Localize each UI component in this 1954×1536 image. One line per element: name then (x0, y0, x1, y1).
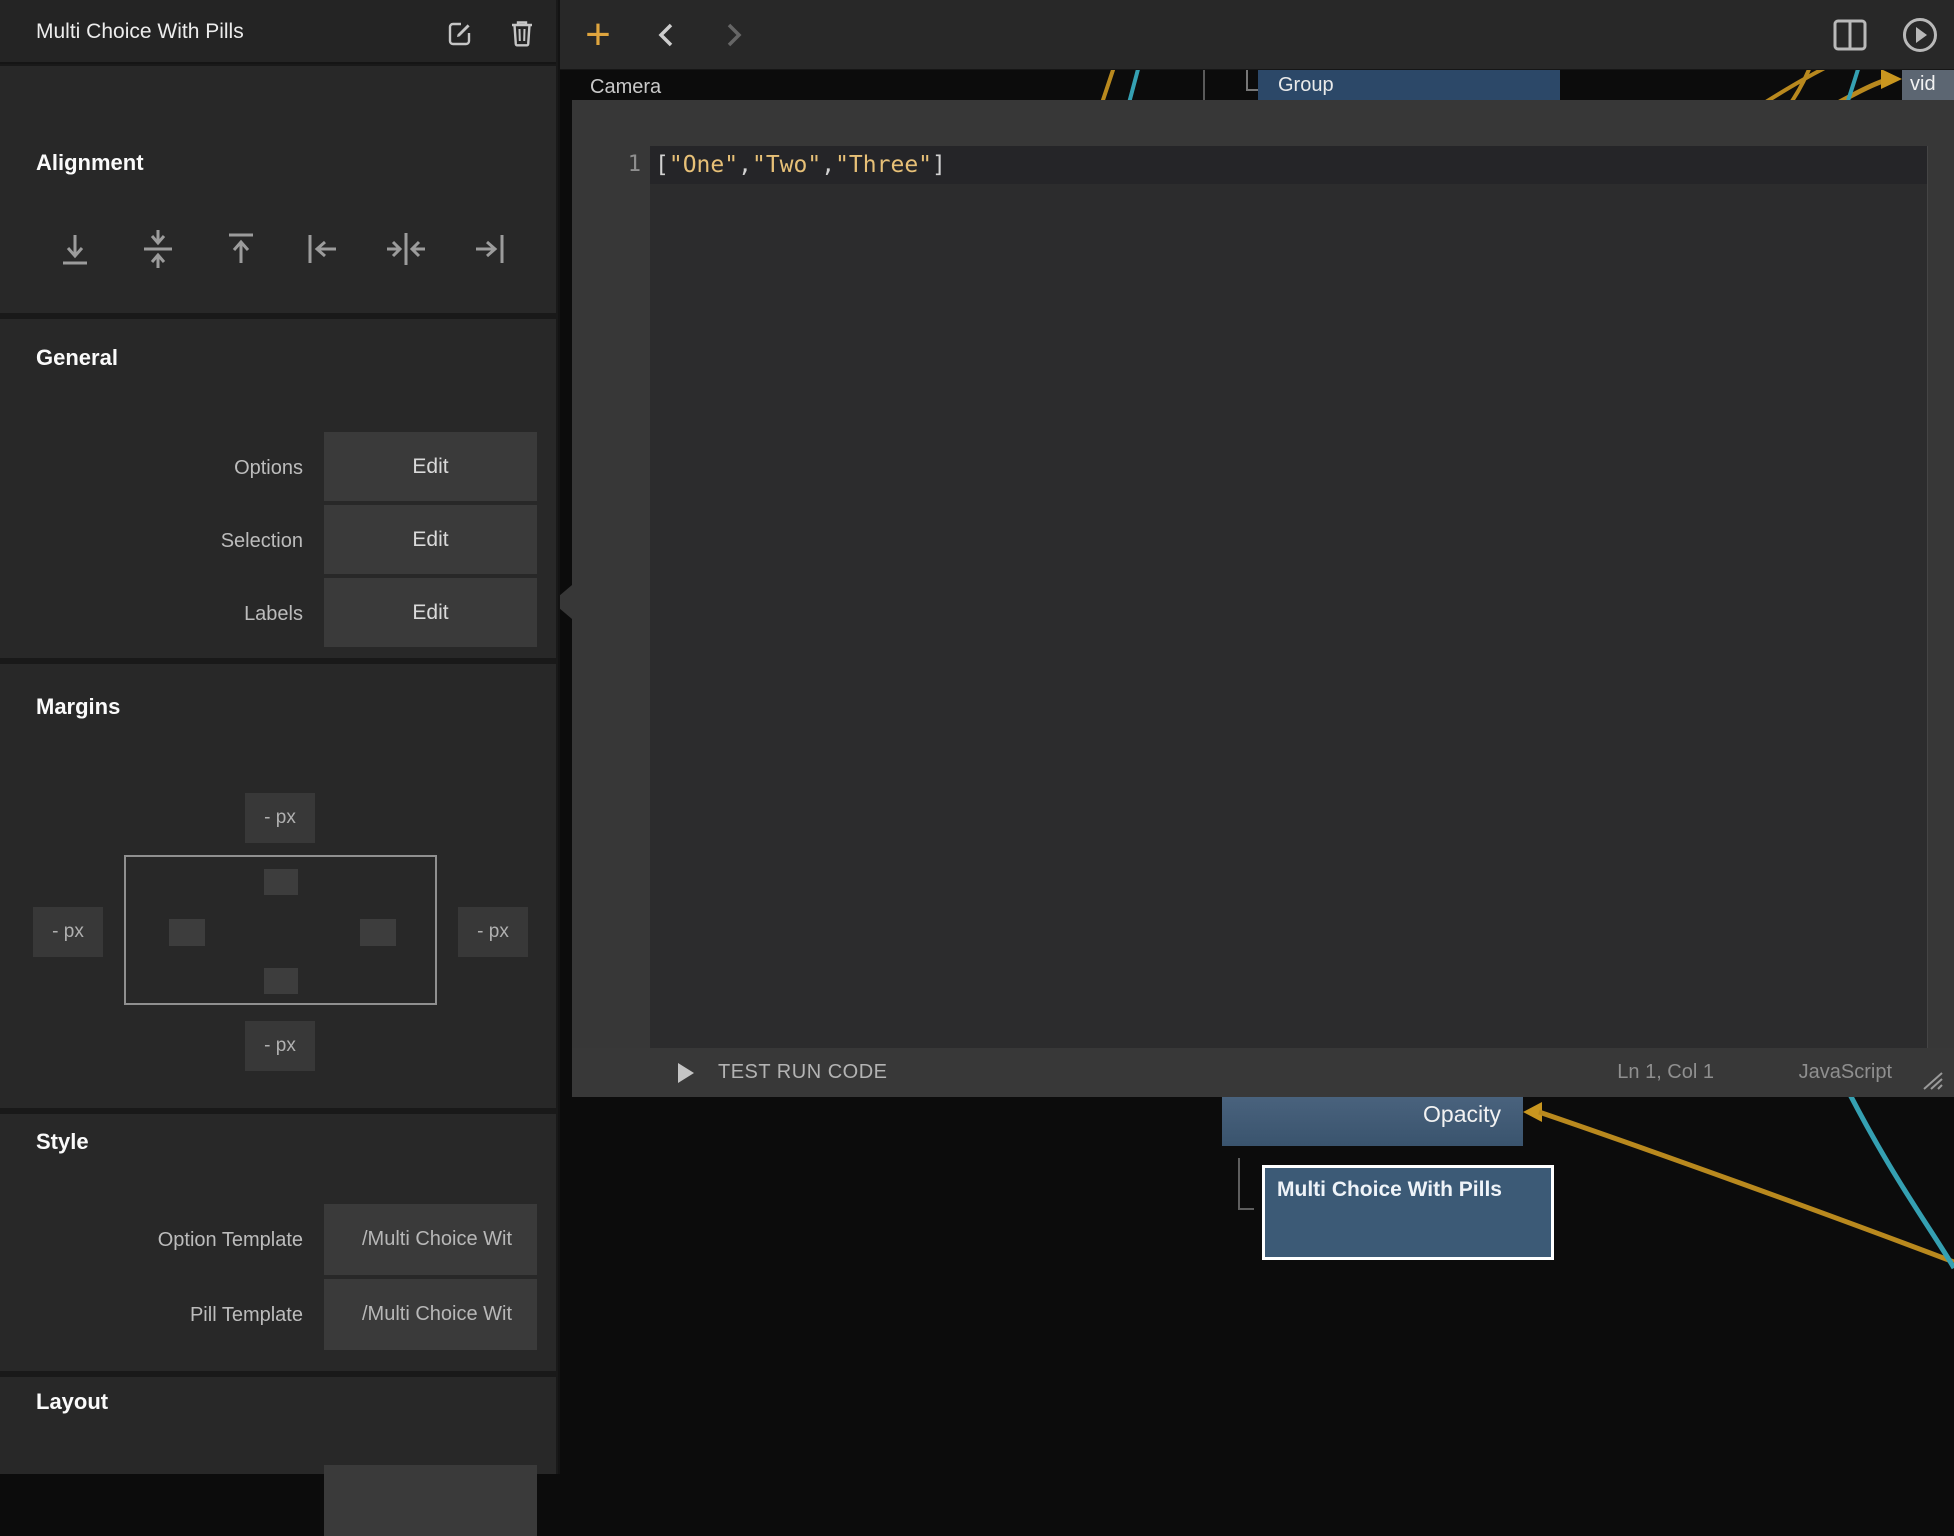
margin-top-handle[interactable] (264, 869, 298, 895)
inspector-header: Multi Choice With Pills (0, 0, 556, 64)
labels-edit-button[interactable]: Edit (324, 578, 537, 647)
line-number: 1 (615, 146, 641, 184)
pill-template-value[interactable]: /Multi Choice Wit (324, 1279, 537, 1350)
wire-orange (1539, 1112, 1954, 1262)
wire-arrowhead-left (1523, 1102, 1542, 1122)
rename-pencil-icon[interactable] (444, 17, 476, 49)
style-heading: Style (36, 1129, 89, 1155)
alignment-buttons (52, 226, 512, 272)
align-horizontal-center-icon[interactable] (383, 226, 429, 272)
test-run-code-button[interactable]: TEST RUN CODE (718, 1048, 887, 1097)
wire-teal (1840, 1075, 1954, 1268)
multi-choice-node-selected[interactable]: Multi Choice With Pills (1262, 1165, 1554, 1260)
options-edit-button[interactable]: Edit (324, 432, 537, 501)
margin-bottom-input[interactable]: - px (245, 1021, 315, 1071)
cursor-position: Ln 1, Col 1 (1617, 1048, 1714, 1097)
labels-label: Labels (33, 603, 303, 626)
code-line-1[interactable]: ["One","Two","Three"] (650, 146, 1927, 184)
margin-top-input[interactable]: - px (245, 793, 315, 843)
align-top-icon[interactable] (218, 226, 264, 272)
margin-left-handle[interactable] (169, 919, 205, 946)
run-code-play-icon[interactable] (678, 1063, 694, 1083)
margins-diagram (124, 855, 437, 1005)
margin-right-handle[interactable] (360, 919, 396, 946)
layout-heading: Layout (36, 1389, 108, 1415)
align-left-icon[interactable] (300, 226, 346, 272)
code-editor-popover: 1 ["One","Two","Three"] TEST RUN CODE Ln… (572, 100, 1954, 1097)
camera-node[interactable]: Camera (590, 76, 661, 99)
tree-connector-line (1203, 70, 1205, 100)
tree-elbow-connector (1238, 1158, 1254, 1210)
code-editor[interactable]: ["One","Two","Three"] (650, 146, 1928, 1048)
layout-partial-button[interactable] (324, 1465, 537, 1536)
split-view-icon[interactable] (1830, 0, 1870, 70)
opacity-node-label: Opacity (1423, 1101, 1501, 1146)
workspace: Camera Group vid Opacity Multi Choice Wi… (560, 0, 1954, 1474)
margin-bottom-handle[interactable] (264, 968, 298, 994)
opacity-node[interactable]: Opacity (1222, 1097, 1523, 1146)
editor-status-bar: TEST RUN CODE Ln 1, Col 1 JavaScript (572, 1048, 1954, 1097)
selected-patch-title: Multi Choice With Pills (36, 0, 244, 64)
option-template-value[interactable]: /Multi Choice Wit (324, 1204, 537, 1275)
language-label: JavaScript (1799, 1048, 1892, 1097)
layout-section: Layout (0, 1377, 556, 1474)
margins-heading: Margins (36, 694, 120, 720)
margin-right-input[interactable]: - px (458, 907, 528, 957)
run-play-icon[interactable] (1900, 0, 1940, 70)
style-section: Style Option Template /Multi Choice Wit … (0, 1114, 556, 1371)
align-vertical-center-icon[interactable] (135, 226, 181, 272)
margin-left-input[interactable]: - px (33, 907, 103, 957)
inspector-panel: Multi Choice With Pills Alignment (0, 0, 560, 1474)
trash-icon[interactable] (506, 17, 538, 49)
resize-grip[interactable] (1920, 1069, 1946, 1091)
video-node[interactable]: vid (1902, 70, 1954, 100)
selection-edit-button[interactable]: Edit (324, 505, 537, 574)
margins-section: Margins - px - px - px - px (0, 664, 556, 1108)
add-patch-button[interactable]: + (574, 0, 622, 70)
alignment-heading: Alignment (36, 150, 144, 176)
option-template-label: Option Template (33, 1229, 303, 1252)
align-bottom-icon[interactable] (52, 226, 98, 272)
forward-chevron-icon[interactable] (714, 0, 754, 70)
pill-template-label: Pill Template (33, 1304, 303, 1327)
back-chevron-icon[interactable] (646, 0, 686, 70)
general-section: General Options Edit Selection Edit Labe… (0, 319, 556, 658)
general-heading: General (36, 345, 118, 371)
selection-label: Selection (33, 530, 303, 553)
alignment-section: Alignment (0, 66, 556, 313)
wire-arrowhead-right (1881, 69, 1902, 89)
options-label: Options (33, 457, 303, 480)
graph-toolbar: + (560, 0, 1954, 70)
align-right-icon[interactable] (466, 226, 512, 272)
group-node[interactable]: Group (1258, 70, 1560, 102)
